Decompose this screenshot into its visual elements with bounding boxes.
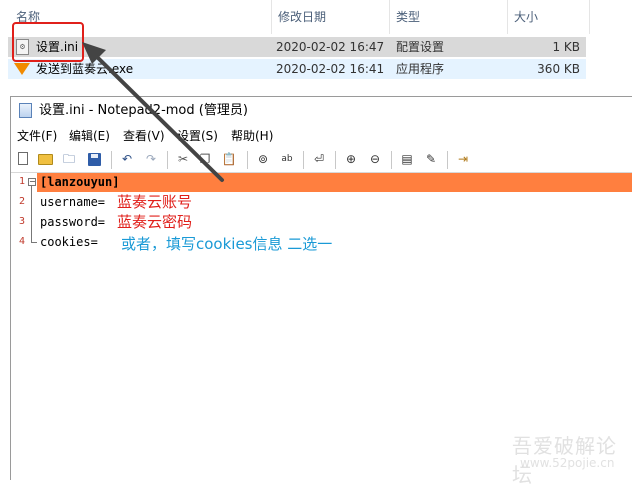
menu-settings[interactable]: 设置(S) bbox=[177, 125, 218, 147]
file-date: 2020-02-02 16:41 bbox=[276, 62, 385, 76]
toolbar-separator bbox=[167, 151, 168, 169]
new-file-icon[interactable] bbox=[18, 152, 28, 165]
column-header-size[interactable]: 大小 bbox=[508, 0, 590, 34]
toolbar-separator bbox=[247, 151, 248, 169]
paste-icon[interactable]: 📋 bbox=[221, 151, 237, 167]
code-line-password: password= bbox=[40, 215, 106, 229]
copy-icon[interactable]: ❐ bbox=[197, 151, 213, 167]
menu-help[interactable]: 帮助(H) bbox=[231, 125, 273, 147]
file-type: 配置设置 bbox=[396, 40, 445, 54]
fold-guide bbox=[31, 186, 32, 242]
replace-icon[interactable]: ab bbox=[279, 151, 295, 167]
code-line-username: username= bbox=[40, 195, 106, 209]
exe-file-icon bbox=[14, 63, 30, 75]
notepad-app-icon bbox=[19, 103, 32, 118]
line-number: 1 bbox=[18, 176, 25, 187]
annotation-username: 蓝奏云账号 bbox=[117, 193, 193, 211]
fold-guide-end bbox=[31, 242, 37, 243]
toolbar-separator bbox=[391, 151, 392, 169]
zoom-in-icon[interactable]: ⊕ bbox=[343, 151, 359, 167]
menu-bar: 文件(F) 编辑(E) 查看(V) 设置(S) 帮助(H) bbox=[11, 125, 632, 147]
current-line-highlight bbox=[37, 173, 632, 192]
file-name: 发送到蓝奏云.exe bbox=[36, 62, 134, 76]
save-icon[interactable] bbox=[88, 153, 101, 166]
undo-icon[interactable]: ↶ bbox=[119, 151, 135, 167]
column-header-size-label: 大小 bbox=[514, 10, 539, 24]
notepad-window: 设置.ini - Notepad2-mod (管理员) 文件(F) 编辑(E) … bbox=[10, 96, 632, 481]
explorer-file-list: 名称 ⌃ 修改日期 类型 大小 ⚙ 设置.ini 2020-02-02 16:4… bbox=[0, 0, 632, 90]
file-size: 360 KB bbox=[537, 62, 580, 76]
cut-icon[interactable]: ✂ bbox=[175, 151, 191, 167]
file-type: 应用程序 bbox=[396, 62, 445, 76]
line-number: 2 bbox=[18, 196, 25, 207]
exit-icon[interactable]: ⇥ bbox=[455, 151, 471, 167]
file-size: 1 KB bbox=[552, 40, 580, 54]
file-row-settings-ini[interactable]: ⚙ 设置.ini 2020-02-02 16:47 配置设置 1 KB bbox=[8, 37, 586, 57]
column-header-bar: 名称 ⌃ 修改日期 类型 大小 bbox=[0, 0, 632, 34]
word-wrap-icon[interactable]: ⏎ bbox=[311, 151, 327, 167]
zoom-out-icon[interactable]: ⊖ bbox=[367, 151, 383, 167]
settings-icon[interactable]: ✎ bbox=[423, 151, 439, 167]
annotation-password: 蓝奏云密码 bbox=[117, 213, 193, 231]
line-number: 3 bbox=[18, 216, 25, 227]
menu-view[interactable]: 查看(V) bbox=[123, 125, 165, 147]
toolbar: 🗀 ↶ ↷ ✂ ❐ 📋 ⊚ ab ⏎ ⊕ ⊖ ▤ ✎ ⇥ bbox=[11, 148, 632, 173]
toolbar-separator bbox=[447, 151, 448, 169]
menu-file[interactable]: 文件(F) bbox=[17, 125, 57, 147]
column-header-type[interactable]: 类型 bbox=[390, 0, 508, 34]
watermark-url: www.52pojie.cn bbox=[520, 456, 615, 470]
redo-icon[interactable]: ↷ bbox=[143, 151, 159, 167]
code-line-cookies: cookies= bbox=[40, 235, 98, 249]
fold-toggle-icon[interactable]: − bbox=[28, 178, 36, 186]
toolbar-separator bbox=[335, 151, 336, 169]
line-number: 4 bbox=[18, 236, 25, 247]
column-header-type-label: 类型 bbox=[396, 10, 421, 24]
window-title: 设置.ini - Notepad2-mod (管理员) bbox=[39, 103, 248, 118]
callout-highlight-box bbox=[12, 22, 84, 62]
menu-edit[interactable]: 编辑(E) bbox=[69, 125, 110, 147]
file-row-exe[interactable]: 发送到蓝奏云.exe 2020-02-02 16:41 应用程序 360 KB bbox=[8, 59, 586, 79]
line-number-gutter: 1 2 3 4 − bbox=[11, 173, 37, 481]
column-header-date-label: 修改日期 bbox=[278, 10, 327, 24]
toolbar-separator bbox=[303, 151, 304, 169]
code-line-section: [lanzouyun] bbox=[40, 175, 120, 189]
find-icon[interactable]: ⊚ bbox=[255, 151, 271, 167]
scheme-icon[interactable]: ▤ bbox=[399, 151, 415, 167]
sort-ascending-icon: ⌃ bbox=[134, 0, 143, 7]
annotation-cookies: 或者，填写cookies信息 二选一 bbox=[121, 235, 333, 253]
toolbar-separator bbox=[111, 151, 112, 169]
file-date: 2020-02-02 16:47 bbox=[276, 40, 385, 54]
browse-icon[interactable]: 🗀 bbox=[61, 151, 77, 167]
open-folder-icon[interactable] bbox=[38, 154, 53, 165]
column-header-date[interactable]: 修改日期 bbox=[272, 0, 390, 34]
title-bar[interactable]: 设置.ini - Notepad2-mod (管理员) bbox=[11, 97, 632, 125]
